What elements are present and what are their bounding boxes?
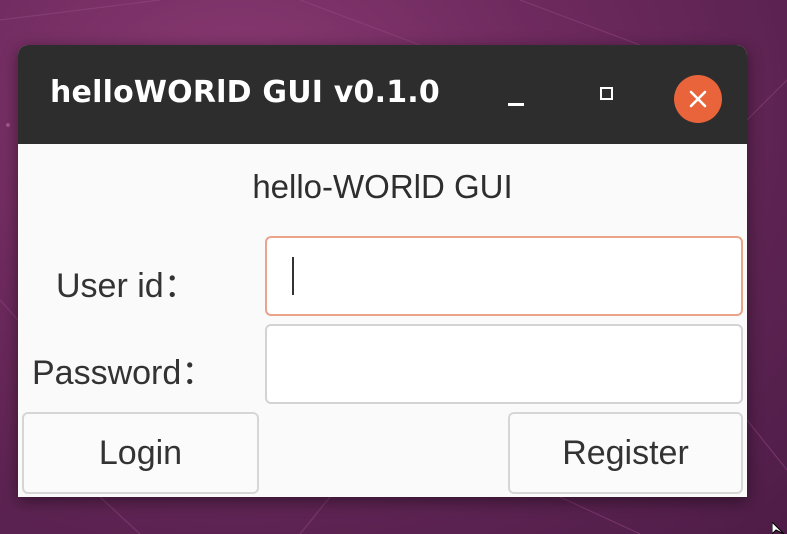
close-button[interactable] (674, 75, 722, 123)
form-heading: hello-WORlD GUI (252, 168, 513, 205)
register-button[interactable]: Register (508, 412, 743, 494)
close-icon (689, 90, 707, 108)
user-id-input[interactable] (265, 236, 743, 316)
password-label: Password： (32, 354, 216, 392)
login-form: hello-WORlD GUI User id： Password： Login… (18, 144, 747, 497)
mouse-pointer-icon (772, 522, 785, 534)
minimize-icon[interactable] (502, 79, 536, 113)
app-window: helloWORlD GUI v0.1.0 hello-WORlD GUI Us… (18, 45, 747, 497)
text-caret (292, 257, 294, 295)
login-button[interactable]: Login (22, 412, 259, 494)
password-input[interactable] (265, 324, 743, 404)
window-title: helloWORlD GUI v0.1.0 (50, 75, 440, 110)
maximize-icon[interactable] (592, 79, 626, 113)
title-bar[interactable]: helloWORlD GUI v0.1.0 (18, 45, 747, 144)
desktop-background: helloWORlD GUI v0.1.0 hello-WORlD GUI Us… (0, 0, 787, 534)
user-id-label: User id： (56, 267, 198, 305)
